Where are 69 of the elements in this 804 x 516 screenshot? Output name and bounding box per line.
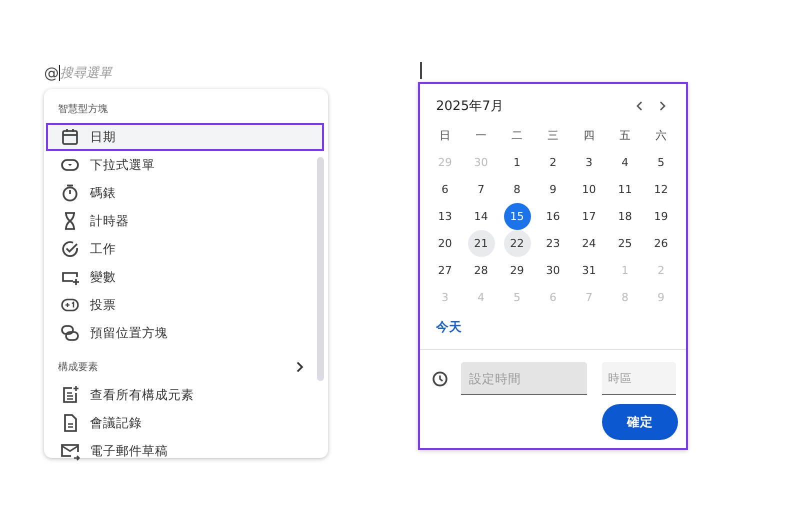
month-title: 2025年7月 (436, 98, 504, 115)
day-cell[interactable]: 6 (432, 176, 458, 203)
day-cell[interactable]: 7 (468, 176, 494, 203)
day-cell[interactable]: 20 (432, 230, 458, 257)
day-cell[interactable]: 16 (540, 203, 566, 230)
confirm-button[interactable]: 確定 (602, 404, 678, 440)
day-cell[interactable]: 22 (504, 230, 530, 257)
clock-icon (432, 370, 448, 386)
day-cell[interactable]: 26 (648, 230, 674, 257)
day-cell[interactable]: 24 (576, 230, 602, 257)
day-cell[interactable]: 27 (432, 257, 458, 284)
calendar-icon (60, 127, 80, 147)
weekday-label: 二 (510, 128, 524, 144)
weekday-label: 日 (438, 128, 452, 144)
chevron-right-icon[interactable] (296, 361, 304, 373)
day-cell[interactable]: 2 (540, 149, 566, 176)
placeholder-icon (60, 323, 80, 343)
day-cell[interactable]: 1 (504, 149, 530, 176)
weekday-label: 一 (474, 128, 488, 144)
day-cell[interactable]: 12 (648, 176, 674, 203)
day-cell[interactable]: 3 (576, 149, 602, 176)
day-cell[interactable]: 5 (648, 149, 674, 176)
day-cell[interactable]: 13 (432, 203, 458, 230)
menu-item[interactable]: 工作 (44, 235, 318, 263)
weekday-label: 六 (654, 128, 668, 144)
menu-item[interactable]: 下拉式選單 (44, 151, 318, 179)
day-cell[interactable]: 21 (468, 230, 494, 257)
weekday-label: 四 (582, 128, 596, 144)
menu-item[interactable]: 計時器 (44, 207, 318, 235)
time-field[interactable]: 設定時間 (461, 362, 587, 395)
day-cell[interactable]: 30 (540, 257, 566, 284)
chevron-right-icon (659, 100, 666, 110)
chevron-left-icon (636, 100, 643, 110)
day-cell[interactable]: 28 (468, 257, 494, 284)
day-cell[interactable]: 17 (576, 203, 602, 230)
day-cell[interactable]: 9 (540, 176, 566, 203)
mail-icon (60, 441, 80, 461)
scrollbar[interactable] (317, 157, 324, 381)
day-cell[interactable]: 19 (648, 203, 674, 230)
section-heading: 構成要素 (58, 360, 98, 374)
menu-item[interactable]: 投票 (44, 291, 318, 319)
stopwatch-icon (60, 183, 80, 203)
day-cell[interactable]: 11 (612, 176, 638, 203)
note-add-icon (60, 385, 80, 405)
day-cell[interactable]: 18 (612, 203, 638, 230)
menu-item[interactable]: 電子郵件草稿 (44, 437, 318, 465)
weekday-label: 三 (546, 128, 560, 144)
day-cell[interactable]: 23 (540, 230, 566, 257)
day-cell[interactable]: 4 (612, 149, 638, 176)
timezone-field[interactable]: 時區 (602, 362, 676, 395)
weekday-label: 五 (618, 128, 632, 144)
day-cell[interactable]: 31 (576, 257, 602, 284)
menu-item[interactable]: 變數 (44, 263, 318, 291)
day-cell[interactable]: 15 (504, 203, 530, 230)
day-cell[interactable]: 8 (504, 176, 530, 203)
day-cell[interactable]: 25 (612, 230, 638, 257)
menu-item[interactable]: 查看所有構成元素 (44, 381, 318, 409)
check-circle-icon (60, 239, 80, 259)
at-sign: @ (44, 64, 59, 82)
day-cell[interactable]: 14 (468, 203, 494, 230)
menu-item[interactable]: 日期 (46, 123, 324, 151)
menu-item[interactable]: 預留位置方塊 (44, 319, 318, 347)
section-heading: 智慧型方塊 (58, 102, 108, 116)
today-link[interactable]: 今天 (436, 319, 462, 336)
menu-item[interactable]: 碼錶 (44, 179, 318, 207)
day-cell[interactable]: 29 (504, 257, 530, 284)
day-cell[interactable]: 10 (576, 176, 602, 203)
search-field[interactable]: 搜尋選單 (60, 66, 180, 80)
menu-item[interactable]: 會議記錄 (44, 409, 318, 437)
